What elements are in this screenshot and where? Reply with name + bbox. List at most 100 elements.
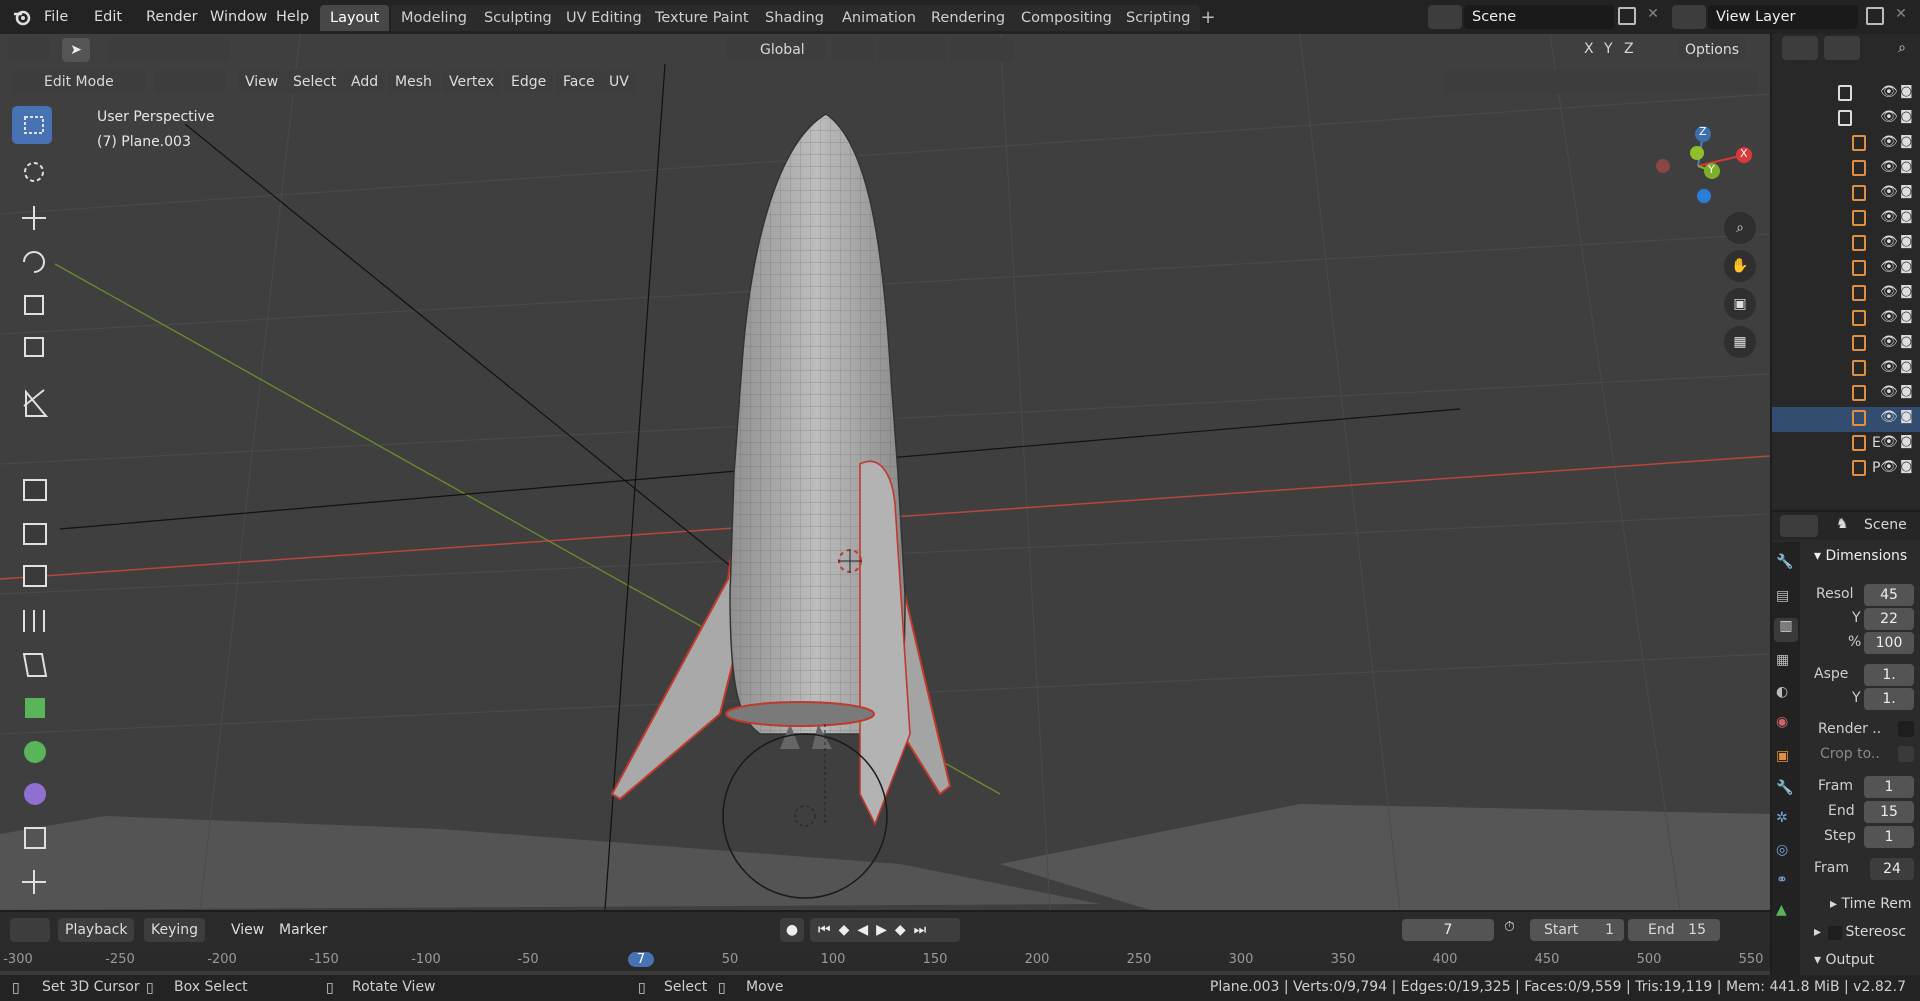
visibility-eye-icon[interactable]: 👁 <box>1880 109 1898 125</box>
object-tab-icon[interactable]: ▣ <box>1776 748 1796 768</box>
smooth-tool-icon[interactable] <box>12 774 52 812</box>
view-layer-tab-icon[interactable]: ▦ <box>1776 652 1796 672</box>
outliner-search-icon[interactable]: ⌕ <box>1890 36 1914 60</box>
tab-uv-editing[interactable]: UV Editing <box>556 5 652 31</box>
spin-tool-icon[interactable] <box>12 732 52 770</box>
timeline-menu-keying[interactable]: Keying <box>144 918 206 942</box>
blender-logo-icon[interactable] <box>12 8 32 26</box>
visibility-eye-icon[interactable]: 👁 <box>1880 434 1898 450</box>
visibility-eye-icon[interactable]: 👁 <box>1880 84 1898 100</box>
scene-name-field[interactable]: Scene <box>1464 5 1614 29</box>
timeline-panel[interactable]: Playback Keying View Marker ● ⏮◆◀▶◆⏭ 7 ⏱… <box>0 912 1770 975</box>
render-camera-icon[interactable]: ◙ <box>1900 109 1913 124</box>
particles-tab-icon[interactable]: ✲ <box>1776 810 1796 830</box>
render-camera-icon[interactable]: ◙ <box>1900 259 1913 274</box>
playback-controls[interactable]: ⏮◆◀▶◆⏭ <box>810 918 960 942</box>
tab-animation[interactable]: Animation <box>832 5 926 31</box>
measure-tool-icon[interactable] <box>12 422 52 460</box>
tab-rendering[interactable]: Rendering <box>921 5 1016 31</box>
scale-tool-icon[interactable] <box>12 286 52 324</box>
loop-cut-tool-icon[interactable] <box>12 600 52 638</box>
new-view-layer-icon[interactable] <box>1866 7 1884 25</box>
outliner-row[interactable]: 👁 ◙ <box>1772 307 1920 332</box>
properties-editor-type-icon[interactable] <box>1780 515 1818 537</box>
options-dropdown[interactable]: Options <box>1678 38 1747 62</box>
render-region-checkbox[interactable] <box>1898 721 1914 737</box>
knife-tool-icon[interactable] <box>12 644 52 682</box>
zoom-icon[interactable]: ⌕ <box>1724 212 1756 244</box>
start-frame-field[interactable]: Start 1 <box>1530 919 1624 941</box>
outliner-row[interactable]: 👁 ◙ <box>1772 157 1920 182</box>
world-tab-icon[interactable]: ◉ <box>1776 714 1796 734</box>
tab-modeling[interactable]: Modeling <box>391 5 477 31</box>
render-camera-icon[interactable]: ◙ <box>1900 234 1913 249</box>
menu-view[interactable]: View <box>238 70 286 94</box>
resolution-percent-field[interactable]: 100 <box>1864 632 1914 654</box>
resolution-x-field[interactable]: 45 <box>1864 584 1914 606</box>
selection-mode-icons[interactable] <box>108 38 230 62</box>
render-camera-icon[interactable]: ◙ <box>1900 309 1913 324</box>
outliner-row[interactable]: 👁 ◙ <box>1772 132 1920 157</box>
outliner-row[interactable]: 👁 ◙ <box>1772 82 1920 107</box>
menu-uv[interactable]: UV <box>602 70 636 94</box>
dimensions-section-header[interactable]: ▾ Dimensions <box>1814 548 1907 564</box>
viewport-shading-group[interactable] <box>1444 70 1758 94</box>
mirror-x-toggle[interactable]: X <box>1584 41 1594 57</box>
outliner-row[interactable]: 👁 ◙ <box>1772 382 1920 407</box>
extrude-tool-icon[interactable] <box>12 470 52 508</box>
outliner-row[interactable]: 👁 ◙ <box>1772 282 1920 307</box>
outliner-editor-type-icon[interactable] <box>1782 36 1818 60</box>
render-tab-icon[interactable]: ▤ <box>1776 588 1796 608</box>
navigation-gizmo[interactable]: Z Y X <box>1652 114 1752 204</box>
stopwatch-icon[interactable]: ⏱ <box>1504 919 1524 939</box>
resolution-y-field[interactable]: 22 <box>1864 608 1914 630</box>
timeline-menu-view[interactable]: View <box>224 918 271 942</box>
visibility-eye-icon[interactable]: 👁 <box>1880 334 1898 350</box>
crop-region-checkbox[interactable] <box>1898 746 1914 762</box>
view-layer-selector-icon[interactable] <box>1672 5 1706 29</box>
menu-window[interactable]: Window <box>210 6 267 28</box>
visibility-eye-icon[interactable]: 👁 <box>1880 184 1898 200</box>
delete-scene-icon[interactable]: ✕ <box>1644 6 1662 26</box>
timeline-editor-type-icon[interactable] <box>10 918 50 942</box>
tab-texture-paint[interactable]: Texture Paint <box>645 5 759 31</box>
menu-edit[interactable]: Edit <box>94 6 122 28</box>
scene-props-tab-icon[interactable]: ◐ <box>1776 684 1796 704</box>
annotate-tool-icon[interactable] <box>12 378 52 416</box>
inset-tool-icon[interactable] <box>12 514 52 552</box>
visibility-eye-icon[interactable]: 👁 <box>1880 134 1898 150</box>
menu-add[interactable]: Add <box>344 70 386 94</box>
menu-edge[interactable]: Edge <box>504 70 554 94</box>
timeline-ruler[interactable]: -300 -250 -200 -150 -100 -50 7 50 100 150 200 250 30… <box>0 949 1770 975</box>
modifier-tab-icon[interactable]: 🔧 <box>1776 780 1796 800</box>
frame-end-field[interactable]: 15 <box>1864 801 1914 823</box>
menu-vertex[interactable]: Vertex <box>442 70 502 94</box>
outliner-row[interactable]: 👁 ◙ <box>1772 207 1920 232</box>
outliner-row[interactable]: P 👁 ◙ <box>1772 457 1920 482</box>
visibility-eye-icon[interactable]: 👁 <box>1880 309 1898 325</box>
time-remap-section[interactable]: ▸ Time Rem <box>1830 896 1912 912</box>
aspect-x-field[interactable]: 1. <box>1864 664 1914 686</box>
render-camera-icon[interactable]: ◙ <box>1900 284 1913 299</box>
menu-face[interactable]: Face <box>556 70 602 94</box>
3d-viewport[interactable]: ➤ Global X Y Z Options Edit Mode View Se… <box>0 34 1770 910</box>
outliner-row[interactable]: 👁 ◙ <box>1772 232 1920 257</box>
poly-build-tool-icon[interactable] <box>12 688 52 726</box>
snapping-toggle[interactable] <box>878 38 946 62</box>
scene-selector-icon[interactable] <box>1428 5 1462 29</box>
transform-orientation-dropdown[interactable]: Global <box>726 38 826 62</box>
rip-tool-icon[interactable] <box>12 862 52 900</box>
bevel-tool-icon[interactable] <box>12 556 52 594</box>
render-camera-icon[interactable]: ◙ <box>1900 334 1913 349</box>
outliner-row[interactable]: 👁 ◙ <box>1772 257 1920 282</box>
visibility-eye-icon[interactable]: 👁 <box>1880 209 1898 225</box>
constraints-tab-icon[interactable]: ⚭ <box>1776 872 1796 892</box>
visibility-eye-icon[interactable]: 👁 <box>1880 459 1898 475</box>
timeline-menu-marker[interactable]: Marker <box>272 918 334 942</box>
menu-render[interactable]: Render <box>146 6 198 28</box>
new-scene-icon[interactable] <box>1618 7 1636 25</box>
rotate-tool-icon[interactable] <box>12 242 52 280</box>
outliner-row[interactable]: 👁 ◙ <box>1772 357 1920 382</box>
visibility-eye-icon[interactable]: 👁 <box>1880 409 1898 425</box>
stereoscopy-checkbox[interactable] <box>1828 926 1842 940</box>
